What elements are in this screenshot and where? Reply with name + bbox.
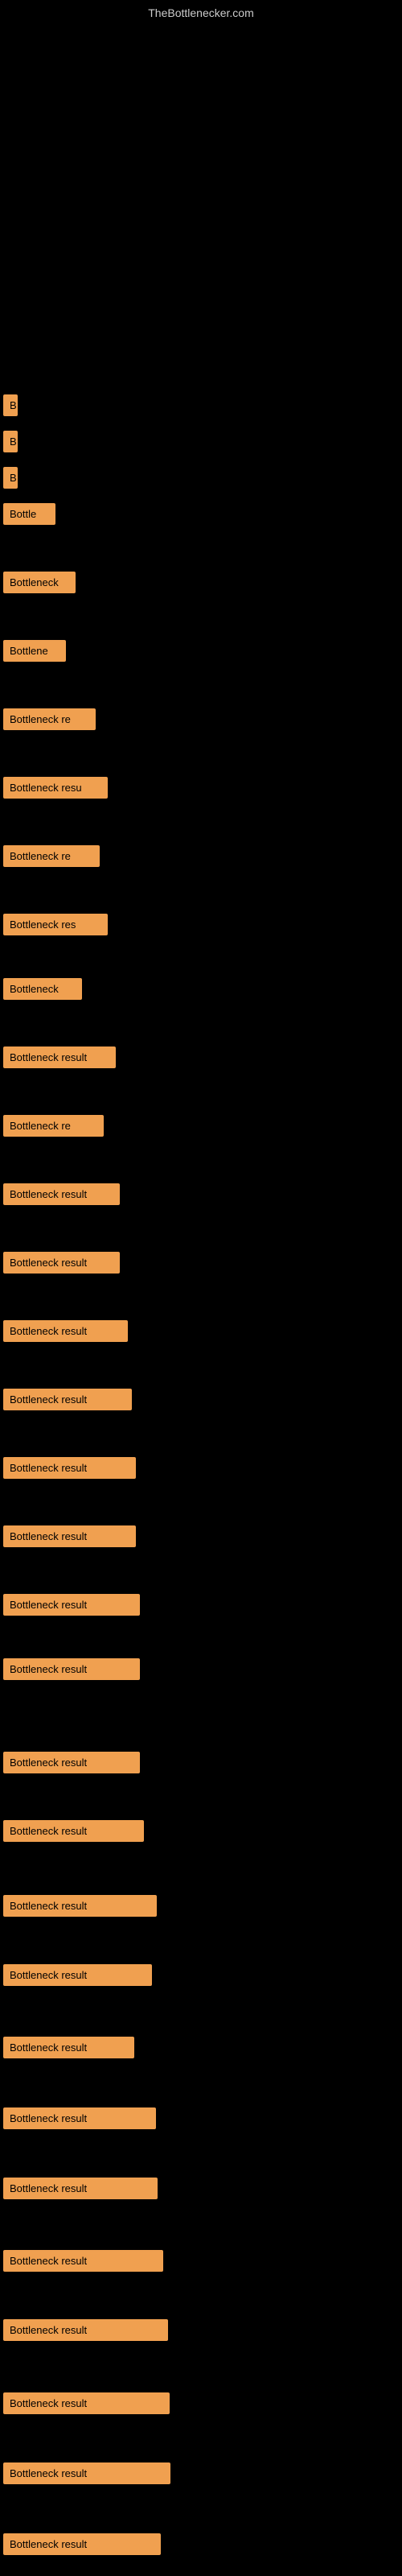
bottleneck-item[interactable]: B xyxy=(3,431,18,452)
bottleneck-item[interactable]: Bottleneck result xyxy=(3,2037,134,2058)
bottleneck-item[interactable]: Bottleneck result xyxy=(3,1658,140,1680)
bottleneck-item[interactable]: Bottleneck result xyxy=(3,2392,170,2414)
bottleneck-item[interactable]: Bottleneck result xyxy=(3,1320,128,1342)
bottleneck-item[interactable]: Bottleneck xyxy=(3,572,76,593)
bottleneck-item[interactable]: Bottleneck re xyxy=(3,1115,104,1137)
bottleneck-item[interactable]: Bottleneck result xyxy=(3,1183,120,1205)
bottleneck-item[interactable]: Bottleneck result xyxy=(3,2107,156,2129)
bottleneck-item[interactable]: B xyxy=(3,467,18,489)
bottleneck-item[interactable]: Bottleneck result xyxy=(3,2250,163,2272)
bottleneck-item[interactable]: Bottlene xyxy=(3,640,66,662)
bottleneck-item[interactable]: Bottleneck result xyxy=(3,1389,132,1410)
bottleneck-item[interactable]: Bottleneck resu xyxy=(3,777,108,799)
bottleneck-item[interactable]: Bottleneck result xyxy=(3,1820,144,1842)
bottleneck-item[interactable]: Bottleneck re xyxy=(3,845,100,867)
bottleneck-item[interactable]: Bottleneck result xyxy=(3,2319,168,2341)
bottleneck-item[interactable]: Bottleneck result xyxy=(3,1752,140,1773)
bottleneck-item[interactable]: B xyxy=(3,394,18,416)
bottleneck-item[interactable]: Bottleneck result xyxy=(3,1046,116,1068)
bottleneck-item[interactable]: Bottle xyxy=(3,503,55,525)
bottleneck-item[interactable]: Bottleneck res xyxy=(3,914,108,935)
bottleneck-item[interactable]: Bottleneck result xyxy=(3,1252,120,1274)
bottleneck-item[interactable]: Bottleneck xyxy=(3,978,82,1000)
bottleneck-item[interactable]: Bottleneck result xyxy=(3,1964,152,1986)
bottleneck-item[interactable]: Bottleneck result xyxy=(3,2178,158,2199)
site-title: TheBottlenecker.com xyxy=(148,6,254,19)
bottleneck-item[interactable]: Bottleneck result xyxy=(3,1525,136,1547)
bottleneck-item[interactable]: Bottleneck result xyxy=(3,2533,161,2555)
bottleneck-item[interactable]: Bottleneck result xyxy=(3,1457,136,1479)
bottleneck-item[interactable]: Bottleneck result xyxy=(3,2462,170,2484)
bottleneck-item[interactable]: Bottleneck result xyxy=(3,1895,157,1917)
bottleneck-item[interactable]: Bottleneck result xyxy=(3,1594,140,1616)
bottleneck-item[interactable]: Bottleneck re xyxy=(3,708,96,730)
